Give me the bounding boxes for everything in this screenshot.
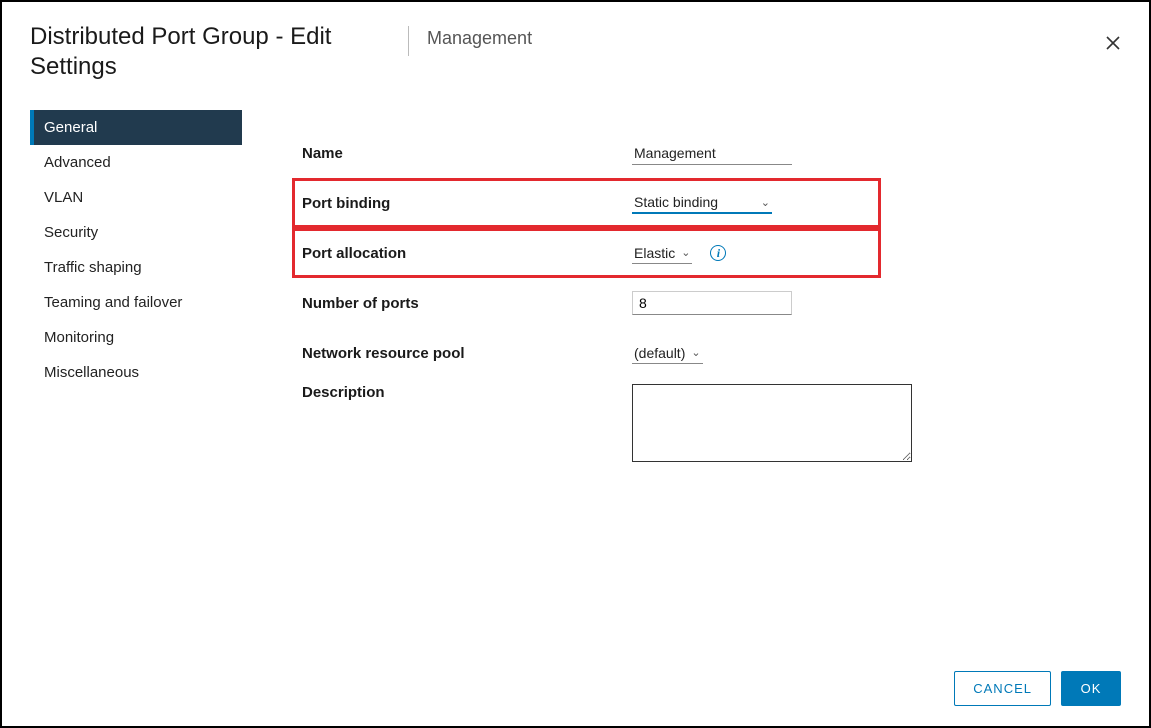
network-resource-pool-value: (default) — [634, 345, 685, 361]
label-port-allocation: Port allocation — [302, 245, 632, 262]
label-name: Name — [302, 145, 632, 162]
name-input[interactable] — [632, 142, 792, 165]
chevron-down-icon: ⌄ — [691, 346, 700, 359]
chevron-down-icon: ⌄ — [761, 196, 770, 209]
sidebar-item-traffic-shaping[interactable]: Traffic shaping — [30, 250, 242, 285]
description-textarea[interactable] — [632, 384, 912, 462]
network-resource-pool-select[interactable]: (default) ⌄ — [632, 343, 703, 364]
chevron-down-icon: ⌄ — [681, 246, 690, 259]
sidebar-item-general[interactable]: General — [30, 110, 242, 145]
port-allocation-select[interactable]: Elastic ⌄ — [632, 243, 692, 264]
cancel-button[interactable]: CANCEL — [954, 671, 1051, 706]
form-area: Name Port binding Static binding ⌄ Port … — [242, 110, 1121, 462]
label-port-binding: Port binding — [302, 195, 632, 212]
number-of-ports-input[interactable] — [632, 291, 792, 315]
sidebar-item-security[interactable]: Security — [30, 215, 242, 250]
sidebar-item-teaming-and-failover[interactable]: Teaming and failover — [30, 285, 242, 320]
sidebar-item-advanced[interactable]: Advanced — [30, 145, 242, 180]
label-network-resource-pool: Network resource pool — [302, 345, 632, 362]
ok-button[interactable]: OK — [1061, 671, 1121, 706]
label-number-of-ports: Number of ports — [302, 295, 632, 312]
divider — [408, 26, 409, 56]
label-description: Description — [302, 384, 632, 401]
sidebar-item-vlan[interactable]: VLAN — [30, 180, 242, 215]
port-allocation-value: Elastic — [634, 245, 675, 261]
close-icon[interactable] — [1105, 34, 1121, 57]
sidebar-item-monitoring[interactable]: Monitoring — [30, 320, 242, 355]
port-binding-select[interactable]: Static binding ⌄ — [632, 192, 772, 214]
info-icon[interactable]: i — [710, 245, 726, 261]
dialog-subtitle: Management — [427, 28, 532, 49]
sidebar: General Advanced VLAN Security Traffic s… — [30, 110, 242, 462]
port-binding-value: Static binding — [634, 194, 718, 210]
dialog-title: Distributed Port Group - Edit Settings — [30, 22, 390, 82]
sidebar-item-miscellaneous[interactable]: Miscellaneous — [30, 355, 242, 390]
